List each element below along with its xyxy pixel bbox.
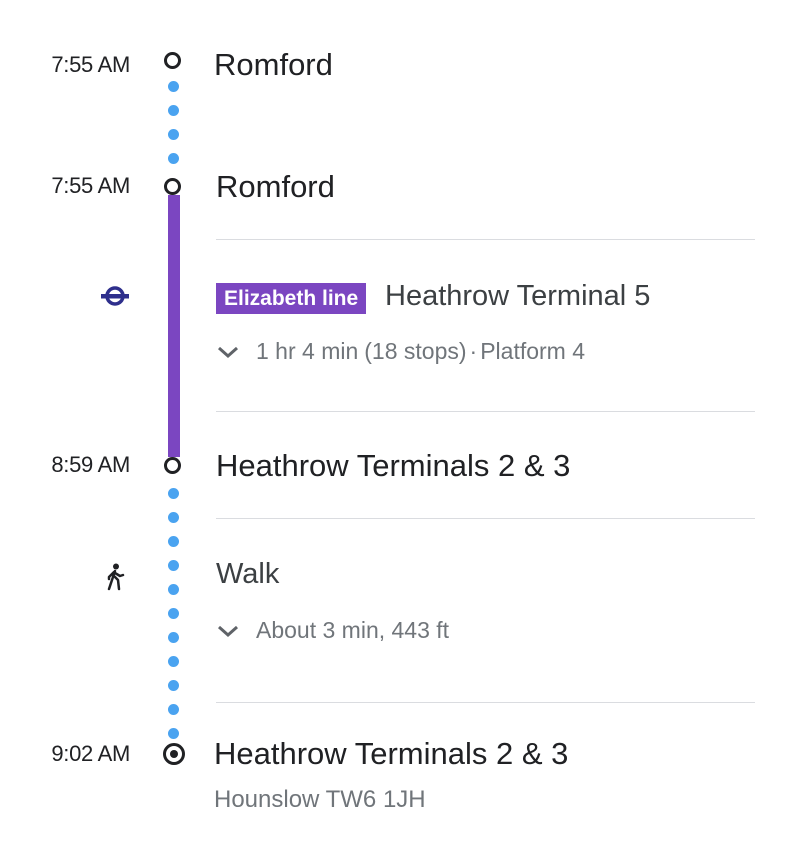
stop-time: 9:02 AM — [51, 741, 130, 766]
stop-time: 8:59 AM — [51, 452, 130, 477]
stop-time: 7:55 AM — [51, 52, 130, 77]
walk-dot — [168, 153, 179, 164]
walk-dot — [168, 704, 179, 715]
divider — [216, 702, 755, 703]
divider — [216, 518, 755, 519]
line-badge-label: Elizabeth line — [224, 287, 359, 310]
walk-dot — [168, 105, 179, 116]
underground-roundel-icon — [101, 286, 129, 306]
walk-label: Walk — [216, 558, 280, 590]
walk-dot — [168, 680, 179, 691]
walk-dot — [168, 488, 179, 499]
stop-name: Heathrow Terminals 2 & 3 — [214, 736, 569, 771]
walk-dot — [168, 608, 179, 619]
destination-icon — [163, 743, 185, 765]
line-badge: Elizabeth line — [216, 283, 367, 314]
stop-time: 7:55 AM — [51, 173, 130, 198]
transit-platform: Platform 4 — [480, 338, 586, 364]
walk-dot — [168, 560, 179, 571]
stop-name: Romford — [216, 169, 335, 204]
stop-circle-icon — [164, 457, 181, 474]
stop-name: Heathrow Terminals 2 & 3 — [216, 448, 571, 483]
transit-duration: 1 hr 4 min — [256, 338, 359, 364]
chevron-down-icon — [218, 625, 238, 637]
walk-dot — [168, 584, 179, 595]
walk-icon — [107, 563, 125, 591]
separator: · — [469, 338, 478, 364]
stop-circle-icon — [164, 178, 181, 195]
chevron-down-icon — [218, 346, 238, 358]
walk-dot — [168, 728, 179, 739]
elizabeth-line-segment — [168, 195, 180, 457]
walk-dot — [168, 632, 179, 643]
stop-name: Romford — [214, 47, 333, 82]
stop-circle-icon — [164, 52, 181, 69]
transit-details-toggle[interactable]: 1 hr 4 min (18 stops) · Platform 4 — [216, 338, 585, 365]
walk-dot — [168, 512, 179, 523]
walk-dot — [168, 129, 179, 140]
transit-headsign: Heathrow Terminal 5 — [385, 280, 651, 312]
walk-details: About 3 min, 443 ft — [256, 617, 450, 643]
stop-address: Hounslow TW6 1JH — [214, 786, 426, 813]
walk-dot — [168, 81, 179, 92]
transit-stops-count: (18 stops) — [364, 338, 467, 364]
divider — [216, 239, 755, 240]
walk-dot — [168, 536, 179, 547]
walk-details-toggle[interactable]: About 3 min, 443 ft — [216, 617, 449, 644]
divider — [216, 411, 755, 412]
walk-dot — [168, 656, 179, 667]
destination-center-dot — [170, 750, 178, 758]
